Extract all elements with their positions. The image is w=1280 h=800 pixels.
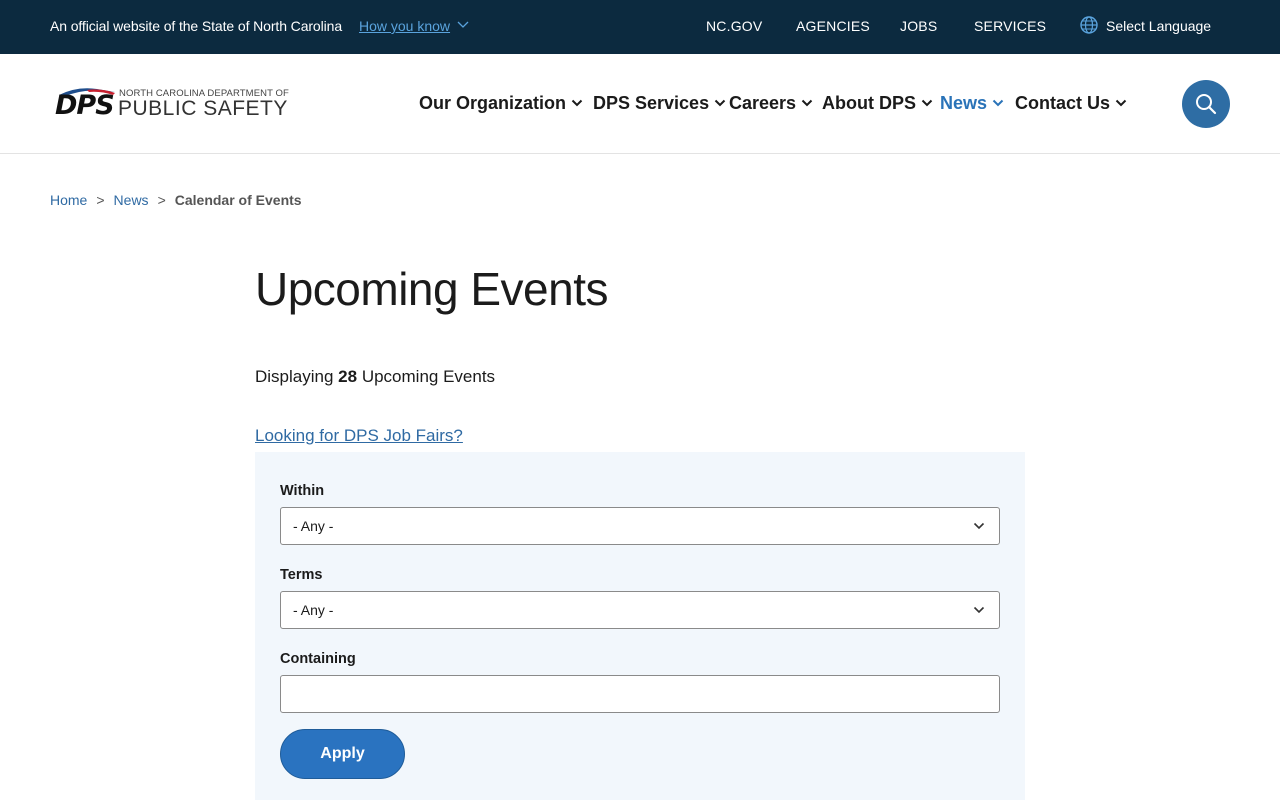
within-select-value: - Any - (293, 518, 334, 534)
chevron-down-icon (921, 99, 933, 107)
terms-select-value: - Any - (293, 602, 334, 618)
nav-dps-services[interactable]: DPS Services (593, 93, 726, 114)
breadcrumb-home-link[interactable]: Home (50, 192, 87, 208)
nav-news[interactable]: News (940, 93, 1004, 114)
apply-button[interactable]: Apply (280, 729, 405, 779)
terms-label: Terms (280, 567, 323, 583)
nav-label: Careers (729, 93, 797, 113)
chevron-down-icon[interactable] (456, 19, 470, 31)
nav-label: DPS Services (593, 93, 710, 113)
nav-careers[interactable]: Careers (729, 93, 813, 114)
nav-our-organization[interactable]: Our Organization (419, 93, 583, 114)
breadcrumb: Home > News > Calendar of Events (50, 192, 302, 208)
within-select[interactable]: - Any - (280, 507, 1000, 545)
search-icon (1196, 94, 1217, 115)
events-filter-form: Within - Any - Terms - Any - Containing … (255, 452, 1025, 800)
page-title: Upcoming Events (255, 263, 609, 315)
terms-select[interactable]: - Any - (280, 591, 1000, 629)
containing-input[interactable] (280, 675, 1000, 713)
containing-label: Containing (280, 651, 356, 667)
how-you-know-link[interactable]: How you know (359, 18, 450, 34)
chevron-down-icon (992, 99, 1004, 107)
events-count-text: Displaying 28 Upcoming Events (255, 367, 495, 387)
nav-label: News (940, 93, 988, 113)
chevron-down-icon (973, 522, 985, 530)
globe-icon[interactable] (1079, 15, 1099, 35)
chevron-down-icon (714, 99, 726, 107)
within-label: Within (280, 483, 325, 499)
nav-label: About DPS (822, 93, 916, 113)
services-link[interactable]: SERVICES (974, 18, 1046, 34)
dps-logo[interactable]: DPS NORTH CAROLINA DEPARTMENT OF PUBLIC … (55, 86, 300, 126)
ncgov-link[interactable]: NC.GOV (706, 18, 762, 34)
chevron-down-icon (801, 99, 813, 107)
logo-abbr: DPS (55, 90, 115, 121)
job-fairs-link[interactable]: Looking for DPS Job Fairs? (255, 426, 463, 446)
nav-contact-us[interactable]: Contact Us (1015, 93, 1127, 114)
jobs-link[interactable]: JOBS (900, 18, 937, 34)
breadcrumb-current: Calendar of Events (174, 192, 302, 208)
official-site-text: An official website of the State of Nort… (50, 18, 343, 34)
chevron-down-icon (973, 606, 985, 614)
select-language-button[interactable]: Select Language (1106, 18, 1211, 34)
nav-label: Our Organization (419, 93, 567, 113)
chevron-down-icon (1115, 99, 1127, 107)
displaying-prefix: Displaying (255, 367, 334, 386)
breadcrumb-separator: > (96, 192, 105, 208)
displaying-suffix: Upcoming Events (361, 367, 496, 386)
site-header: DPS NORTH CAROLINA DEPARTMENT OF PUBLIC … (0, 54, 1280, 154)
chevron-down-icon (571, 99, 583, 107)
official-banner: An official website of the State of Nort… (0, 0, 1280, 54)
breadcrumb-separator: > (157, 192, 166, 208)
events-count: 28 (338, 367, 358, 386)
nav-label: Contact Us (1015, 93, 1111, 113)
breadcrumb-news-link[interactable]: News (114, 192, 149, 208)
nav-about-dps[interactable]: About DPS (822, 93, 933, 114)
logo-line2: PUBLIC SAFETY (118, 97, 288, 120)
search-button[interactable] (1182, 80, 1230, 128)
agencies-link[interactable]: AGENCIES (796, 18, 870, 34)
